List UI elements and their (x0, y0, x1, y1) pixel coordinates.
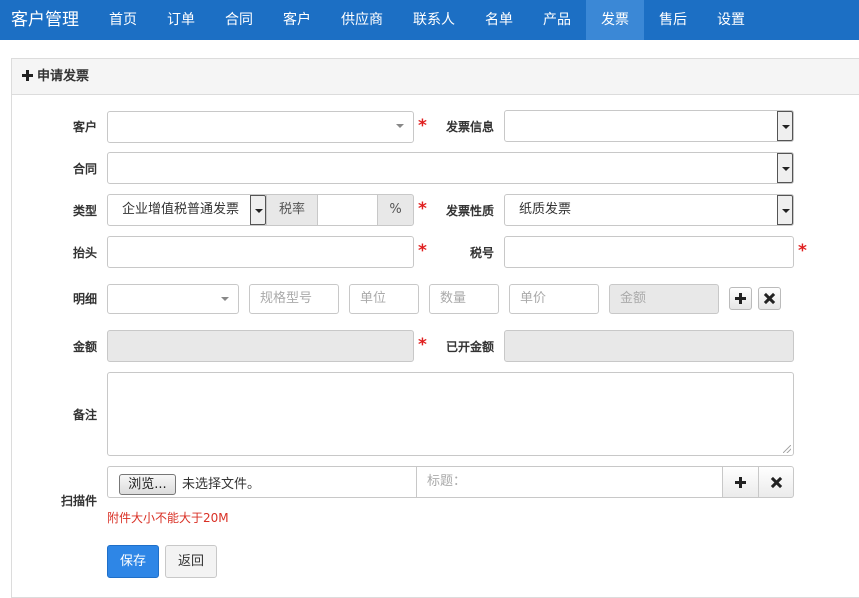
nav-item-contacts[interactable]: 联系人 (399, 0, 469, 40)
customer-label: 客户 (72, 120, 97, 134)
nav-item-invoices[interactable]: 发票 (586, 0, 644, 40)
type-label: 类型 (72, 204, 97, 218)
plus-icon (735, 293, 746, 304)
invoice-info-select[interactable] (504, 110, 794, 142)
invoice-info-label: 发票信息 (445, 120, 494, 134)
detail-amount-placeholder: 金额 (620, 291, 647, 306)
remove-detail-button[interactable] (758, 287, 781, 310)
nav-item-suppliers[interactable]: 供应商 (327, 0, 397, 40)
detail-label: 明细 (72, 292, 97, 306)
caret-down-icon (782, 125, 790, 129)
required-mark: * (418, 335, 427, 355)
invoiced-amount-label: 已开金额 (445, 340, 494, 354)
panel-heading: 申请发票 (12, 59, 859, 95)
unit-price-placeholder: 单价 (520, 291, 547, 306)
caret-down-icon (782, 209, 790, 213)
plus-icon (735, 477, 746, 488)
close-icon (771, 477, 782, 488)
quantity-input[interactable]: 数量 (429, 284, 499, 314)
invoice-nature-select[interactable]: 纸质发票 (504, 194, 794, 226)
no-file-text: 未选择文件。 (182, 477, 261, 492)
title-input[interactable] (107, 236, 414, 268)
chevron-down-icon (396, 124, 404, 128)
add-attachment-button[interactable] (722, 466, 759, 498)
select-dropdown-button[interactable] (777, 153, 793, 183)
amount-input (107, 330, 414, 362)
nav-item-contracts[interactable]: 合同 (211, 0, 267, 40)
remove-attachment-button[interactable] (758, 466, 794, 498)
detail-amount-input: 金额 (609, 284, 719, 314)
select-dropdown-button[interactable] (777, 111, 793, 141)
attachment-size-note: 附件大小不能大于20M (107, 511, 229, 525)
browse-button[interactable]: 浏览... (119, 474, 176, 495)
required-mark: * (798, 241, 807, 261)
percent-addon: % (377, 194, 414, 226)
attachment-title-input[interactable]: 标题： (416, 466, 723, 498)
required-mark: * (418, 116, 427, 136)
detail-product-select[interactable] (107, 284, 239, 314)
remark-textarea[interactable] (107, 372, 794, 456)
nav-item-after-sales[interactable]: 售后 (645, 0, 701, 40)
invoice-type-value: 企业增值税普通发票 (122, 202, 240, 217)
nav-item-settings[interactable]: 设置 (703, 0, 759, 40)
invoiced-amount-input (504, 330, 794, 362)
plus-icon (22, 70, 33, 81)
unit-price-input[interactable]: 单价 (509, 284, 599, 314)
tax-number-input[interactable] (504, 236, 794, 268)
nav-item-home[interactable]: 首页 (95, 0, 151, 40)
title-label: 抬头 (72, 246, 97, 260)
attachment-title-placeholder: 标题： (427, 474, 467, 489)
unit-input[interactable]: 单位 (349, 284, 419, 314)
select-dropdown-button[interactable] (250, 195, 266, 225)
panel-title: 申请发票 (22, 59, 89, 94)
nav-item-lists[interactable]: 名单 (471, 0, 527, 40)
contract-label: 合同 (72, 162, 97, 176)
required-mark: * (418, 199, 427, 219)
contract-select[interactable] (107, 152, 794, 184)
spec-input[interactable]: 规格型号 (249, 284, 339, 314)
unit-placeholder: 单位 (360, 291, 387, 306)
save-button[interactable]: 保存 (107, 545, 159, 578)
caret-down-icon (255, 209, 263, 213)
nav-item-orders[interactable]: 订单 (153, 0, 209, 40)
nav-item-customers[interactable]: 客户 (269, 0, 325, 40)
spec-placeholder: 规格型号 (260, 291, 313, 306)
select-dropdown-button[interactable] (777, 195, 793, 225)
customer-select[interactable] (107, 111, 414, 143)
top-navbar: 客户管理 首页 订单 合同 客户 供应商 联系人 名单 产品 发票 售后 设置 (0, 0, 859, 40)
quantity-placeholder: 数量 (440, 291, 467, 306)
chevron-down-icon (221, 297, 229, 301)
tax-number-label: 税号 (469, 246, 494, 260)
invoice-type-select[interactable]: 企业增值税普通发票 (107, 194, 267, 226)
amount-label: 金额 (72, 340, 97, 354)
back-button[interactable]: 返回 (165, 545, 217, 578)
tax-rate-input[interactable] (317, 194, 378, 226)
resize-handle-icon[interactable] (783, 445, 791, 453)
invoice-nature-value: 纸质发票 (519, 202, 572, 217)
add-detail-button[interactable] (729, 287, 752, 310)
tax-rate-label: 税率 (266, 194, 318, 226)
nav-item-products[interactable]: 产品 (529, 0, 585, 40)
scan-label: 扫描件 (60, 494, 97, 508)
required-mark: * (418, 241, 427, 261)
close-icon (764, 293, 775, 304)
app-brand[interactable]: 客户管理 (11, 0, 79, 40)
invoice-nature-label: 发票性质 (445, 204, 494, 218)
panel-title-text: 申请发票 (37, 69, 90, 84)
caret-down-icon (782, 167, 790, 171)
remark-label: 备注 (72, 408, 97, 422)
